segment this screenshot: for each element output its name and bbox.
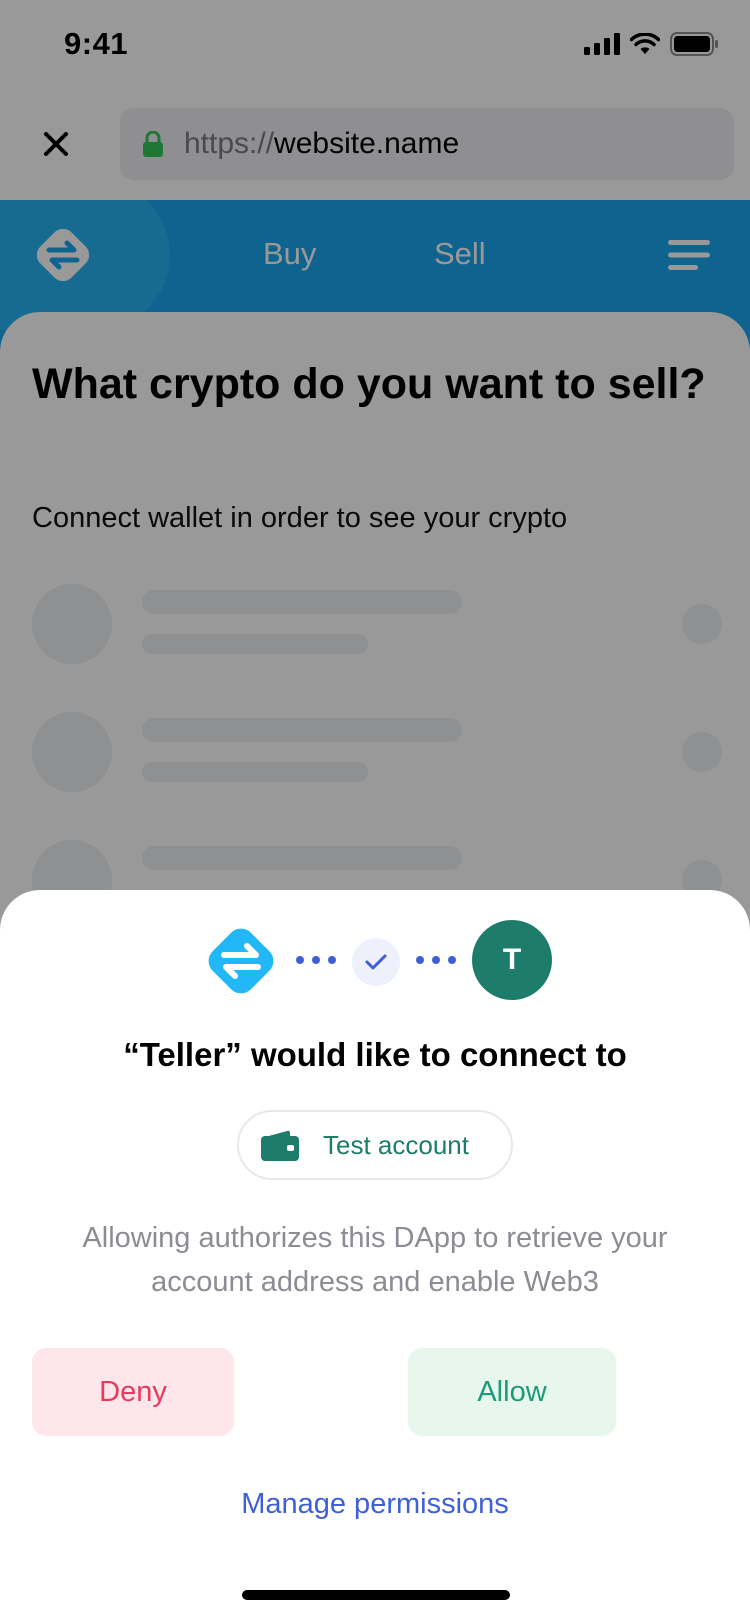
connection-graphic: T xyxy=(200,920,552,1002)
deny-button[interactable]: Deny xyxy=(32,1348,234,1436)
sheet-title: “Teller” would like to connect to xyxy=(123,1036,627,1073)
check-icon xyxy=(365,954,387,970)
check-badge xyxy=(352,938,400,986)
account-chip[interactable]: Test account xyxy=(237,1110,513,1180)
connect-sheet: T “Teller” would like to connect to Test… xyxy=(0,890,750,1624)
account-name: Test account xyxy=(323,1129,469,1160)
home-indicator xyxy=(242,1590,510,1600)
allow-button[interactable]: Allow xyxy=(408,1348,616,1436)
manage-permissions-link[interactable]: Manage permissions xyxy=(0,1488,750,1521)
dapp-logo-icon xyxy=(208,928,274,994)
sheet-description: Allowing authorizes this DApp to retriev… xyxy=(82,1222,668,1298)
account-avatar: T xyxy=(472,920,552,1000)
connector-dots xyxy=(296,956,336,964)
connector-dots xyxy=(416,956,456,964)
wallet-icon xyxy=(261,1130,299,1161)
